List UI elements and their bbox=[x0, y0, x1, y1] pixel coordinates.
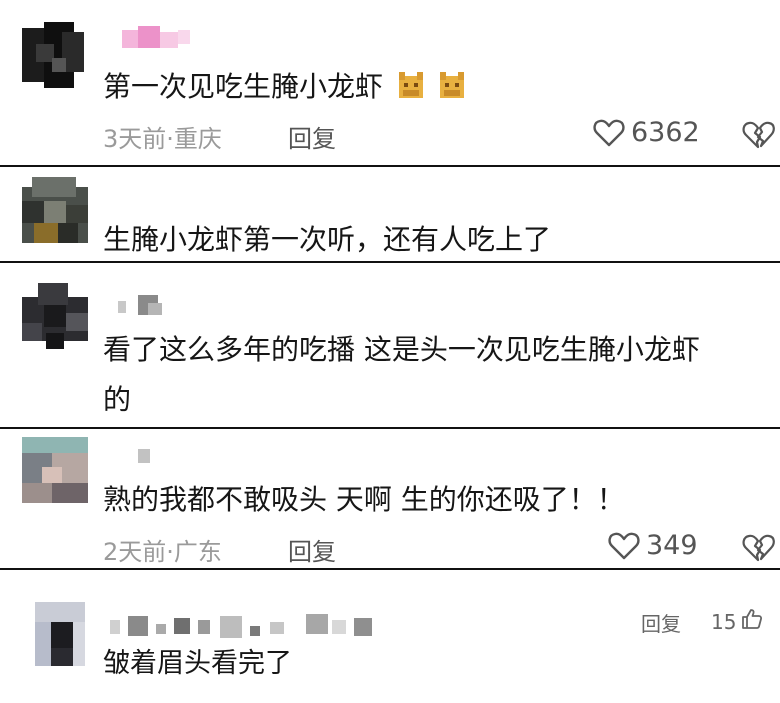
comment-3: 看了这么多年的吃播 这是头一次见吃生腌小龙虾 的 bbox=[0, 263, 780, 427]
comment-2: 生腌小龙虾第一次听，还有人吃上了 bbox=[0, 167, 780, 261]
username[interactable] bbox=[110, 447, 170, 471]
comment-text: 皱着眉头看完了 bbox=[103, 648, 292, 679]
username[interactable] bbox=[110, 26, 200, 50]
avatar[interactable] bbox=[22, 283, 88, 349]
comment-date: 3天前 bbox=[103, 125, 167, 153]
reply-button[interactable]: 回复 bbox=[288, 532, 336, 567]
username[interactable] bbox=[110, 293, 170, 317]
reply-button[interactable]: 回复 bbox=[641, 608, 681, 637]
comment-text: 生腌小龙虾第一次听，还有人吃上了 bbox=[103, 223, 552, 256]
like-button[interactable]: 6362 bbox=[593, 117, 700, 148]
avatar[interactable] bbox=[35, 602, 85, 666]
avatar[interactable] bbox=[22, 22, 88, 88]
comment-date: 2天前 bbox=[103, 538, 167, 566]
cat-face-icon bbox=[439, 72, 465, 100]
username[interactable] bbox=[110, 612, 390, 642]
like-button[interactable]: 349 bbox=[608, 530, 698, 561]
comment-4: 熟的我都不敢吸头 天啊 生的你还吸了！！ 2天前·广东 回复 349 bbox=[0, 429, 780, 568]
comment-text-line-2: 的 bbox=[103, 383, 132, 416]
like-button[interactable]: 15 bbox=[711, 607, 764, 636]
like-count: 6362 bbox=[631, 117, 700, 148]
cat-face-icon bbox=[398, 72, 424, 100]
comment-meta: 2天前·广东 bbox=[103, 532, 222, 567]
comment-5: 皱着眉头看完了 回复 15 bbox=[0, 570, 780, 703]
like-count: 15 bbox=[711, 609, 737, 634]
dislike-button[interactable] bbox=[741, 120, 775, 150]
comment-text-line-1: 看了这么多年的吃播 这是头一次见吃生腌小龙虾 bbox=[103, 333, 700, 366]
broken-heart-icon bbox=[741, 120, 775, 150]
comment-text-content: 第一次见吃生腌小龙虾 bbox=[103, 70, 384, 103]
comment-text: 熟的我都不敢吸头 天啊 生的你还吸了！！ bbox=[103, 483, 625, 516]
reply-button[interactable]: 回复 bbox=[288, 119, 336, 154]
like-count: 349 bbox=[646, 530, 698, 561]
comment-location: 广东 bbox=[173, 538, 222, 566]
thumbs-up-icon bbox=[740, 607, 764, 636]
broken-heart-icon bbox=[741, 533, 775, 563]
meta-separator: · bbox=[166, 538, 174, 566]
avatar[interactable] bbox=[22, 437, 88, 503]
dislike-button[interactable] bbox=[741, 533, 775, 563]
comment-1: 第一次见吃生腌小龙虾 3天前·重庆 回复 6362 bbox=[0, 0, 780, 165]
meta-separator: · bbox=[166, 125, 174, 153]
heart-outline-icon bbox=[593, 118, 625, 148]
comment-location: 重庆 bbox=[173, 125, 222, 153]
avatar[interactable] bbox=[22, 177, 88, 243]
heart-outline-icon bbox=[608, 531, 640, 561]
comment-meta: 3天前·重庆 bbox=[103, 119, 222, 154]
comment-text: 第一次见吃生腌小龙虾 bbox=[103, 68, 465, 106]
